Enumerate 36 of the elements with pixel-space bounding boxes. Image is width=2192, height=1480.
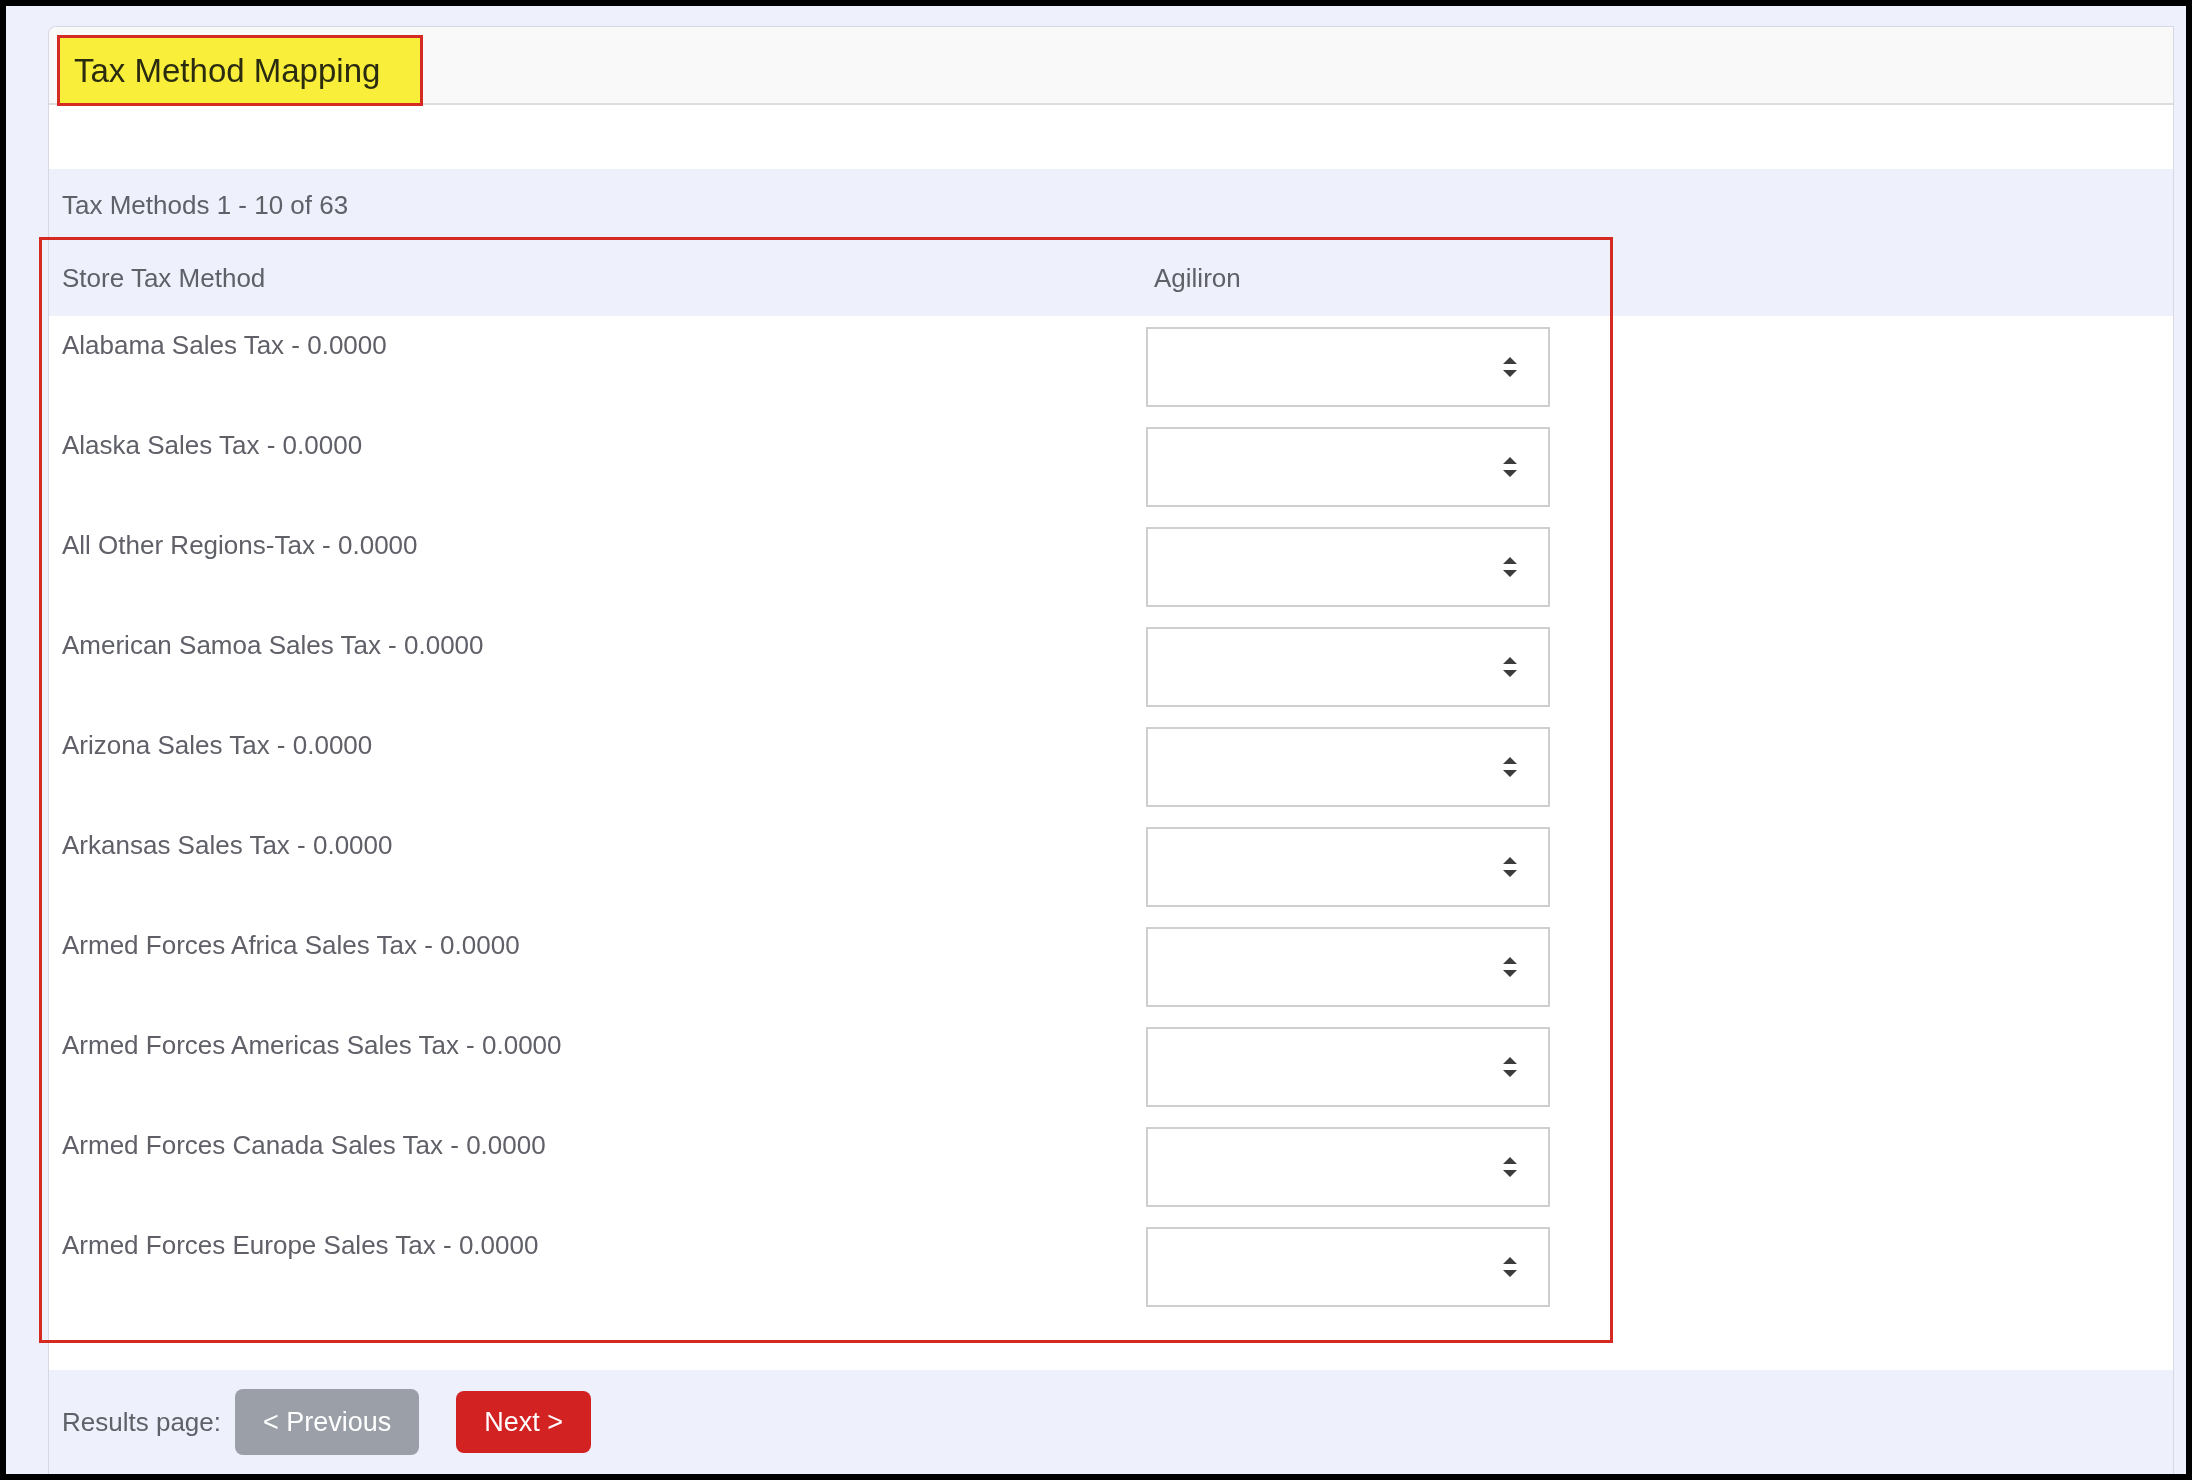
tax-method-name: Armed Forces Europe Sales Tax - 0.0000 bbox=[61, 1229, 540, 1261]
mapping-select[interactable] bbox=[1146, 1227, 1550, 1307]
sort-arrows-icon bbox=[1502, 1055, 1518, 1079]
mapping-select[interactable] bbox=[1146, 327, 1550, 407]
tax-method-name: Alaska Sales Tax - 0.0000 bbox=[61, 429, 364, 461]
sort-arrows-icon bbox=[1502, 755, 1518, 779]
sort-arrows-icon bbox=[1502, 955, 1518, 979]
page-title: Tax Method Mapping bbox=[57, 35, 424, 106]
column-header: Store Tax Method bbox=[61, 263, 267, 294]
tax-method-name: Armed Forces Canada Sales Tax - 0.0000 bbox=[61, 1129, 547, 1161]
tax-method-name: Arkansas Sales Tax - 0.0000 bbox=[61, 829, 394, 861]
mapping-select[interactable] bbox=[1146, 827, 1550, 907]
sort-arrows-icon bbox=[1502, 655, 1518, 679]
tax-method-name: American Samoa Sales Tax - 0.0000 bbox=[61, 629, 485, 661]
mapping-select[interactable] bbox=[1146, 927, 1550, 1007]
results-count: Tax Methods 1 - 10 of 63 bbox=[49, 169, 2173, 241]
mapping-select[interactable] bbox=[1146, 727, 1550, 807]
mapping-select[interactable] bbox=[1146, 427, 1550, 507]
mapping-select[interactable] bbox=[1146, 1127, 1550, 1207]
sort-arrows-icon bbox=[1502, 1255, 1518, 1279]
results-page-label: Results page: bbox=[62, 1406, 221, 1438]
next-button[interactable]: Next > bbox=[456, 1391, 592, 1453]
tax-method-name: Armed Forces Americas Sales Tax - 0.0000 bbox=[61, 1029, 563, 1061]
tax-method-name: All Other Regions-Tax - 0.0000 bbox=[61, 529, 419, 561]
tax-method-name: Armed Forces Africa Sales Tax - 0.0000 bbox=[61, 929, 521, 961]
sort-arrows-icon bbox=[1502, 555, 1518, 579]
mapping-select[interactable] bbox=[1146, 627, 1550, 707]
tax-method-name: Alabama Sales Tax - 0.0000 bbox=[61, 329, 388, 361]
mapping-select[interactable] bbox=[1146, 1027, 1550, 1107]
sort-arrows-icon bbox=[1502, 855, 1518, 879]
sort-arrows-icon bbox=[1502, 355, 1518, 379]
mapping-select[interactable] bbox=[1146, 527, 1550, 607]
column-header: Agiliron bbox=[1153, 263, 1241, 294]
sort-arrows-icon bbox=[1502, 1155, 1518, 1179]
sort-arrows-icon bbox=[1502, 455, 1518, 479]
tax-method-name: Arizona Sales Tax - 0.0000 bbox=[61, 729, 374, 761]
